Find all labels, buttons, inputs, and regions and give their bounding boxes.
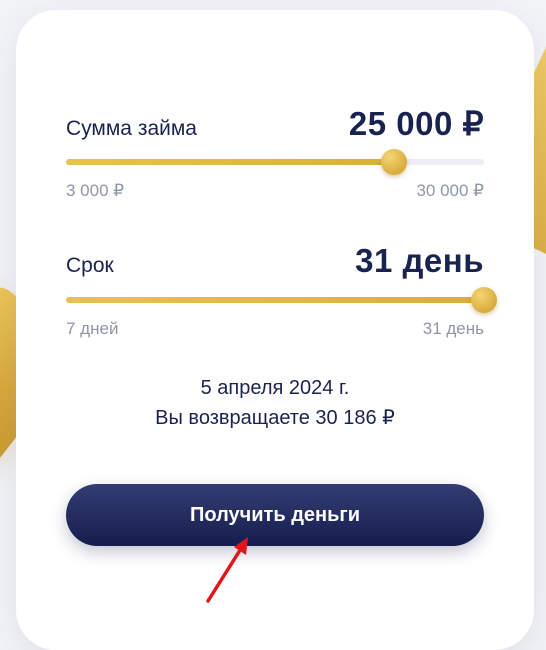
amount-min-label: 3 000 ₽ xyxy=(66,181,125,200)
term-slider-fill xyxy=(66,297,484,303)
amount-slider-fill xyxy=(66,159,395,165)
term-slider-handle[interactable] xyxy=(471,287,497,313)
amount-value: 25 000 ₽ xyxy=(348,105,484,142)
term-min-label: 7 дней xyxy=(66,319,119,338)
return-amount: Вы возвращаете 30 186 ₽ xyxy=(155,407,395,429)
return-date: 5 апреля 2024 г. xyxy=(200,377,350,399)
loan-summary: 5 апреля 2024 г. Вы возвращаете 30 186 ₽ xyxy=(16,373,534,433)
amount-range: 3 000 ₽ 30 000 ₽ xyxy=(66,181,484,201)
term-slider[interactable] xyxy=(66,287,497,313)
term-value: 31 день xyxy=(355,242,484,279)
term-label: Срок xyxy=(66,254,114,277)
amount-slider[interactable] xyxy=(66,149,484,175)
get-money-button[interactable]: Получить деньги xyxy=(66,484,484,546)
term-range: 7 дней 31 день xyxy=(66,319,484,339)
term-max-label: 31 день xyxy=(422,319,484,338)
amount-max-label: 30 000 ₽ xyxy=(416,181,484,200)
term-header: Срок 31 день xyxy=(66,242,484,280)
amount-header: Сумма займа 25 000 ₽ xyxy=(66,104,484,143)
red-arrow-icon xyxy=(206,537,248,603)
amount-label: Сумма займа xyxy=(66,117,197,140)
